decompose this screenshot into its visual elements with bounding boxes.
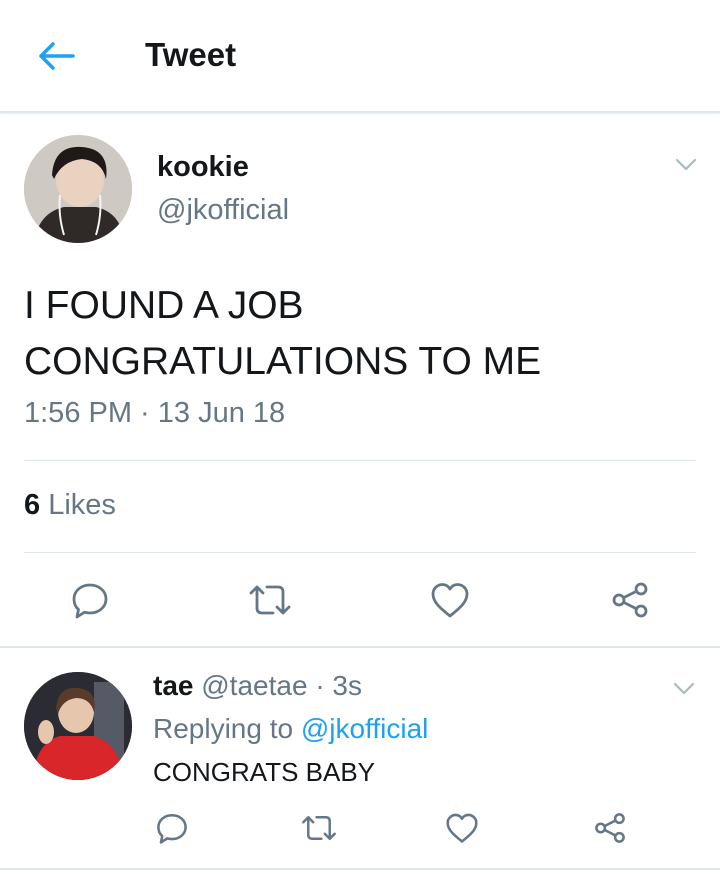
replying-handle-link[interactable]: @jkofficial [301,713,429,744]
section-separator [0,646,720,648]
top-bar: Tweet [0,0,720,113]
replying-prefix: Replying to [153,713,294,744]
tweet-menu-button[interactable] [674,157,698,173]
reply-button[interactable] [68,578,112,622]
divider [24,552,696,553]
tweet-timestamp[interactable]: 1:56 PM · 13 Jun 18 [24,397,285,430]
replying-to: Replying to @jkofficial [153,713,428,745]
reply-share-button[interactable] [590,808,630,848]
likes-count[interactable]: 6 Likes [24,489,116,522]
reply-text: CONGRATS BABY [153,757,376,787]
heart-icon [431,583,469,618]
divider [24,460,696,461]
back-button[interactable] [36,38,76,74]
reply-header: tae @taetae · 3s [153,670,362,702]
reply-like-button[interactable] [442,808,482,848]
chevron-down-icon [673,682,695,695]
likes-label: Likes [48,489,116,521]
share-icon [612,582,648,618]
retweet-icon [302,816,336,840]
arrow-left-icon [39,42,75,70]
reply-retweet-button[interactable] [297,808,341,848]
reply-reply-button[interactable] [152,808,192,848]
reply-author-name[interactable]: tae [153,670,193,701]
reply-icon [72,583,108,619]
tweet-text: I FOUND A JOB CONGRATULATIONS TO ME [24,278,704,390]
heart-icon [446,813,478,843]
author-handle[interactable]: @jkofficial [157,194,289,227]
reply-author-avatar[interactable] [24,672,132,780]
chevron-down-icon [675,158,697,171]
page-title: Tweet [145,36,237,73]
tweet-text-line: CONGRATULATIONS TO ME [24,340,542,383]
like-button[interactable] [428,578,472,622]
section-separator [0,868,720,870]
reply-author-handle[interactable]: @taetae [201,670,307,701]
reply-time: · 3s [315,670,362,701]
share-icon [595,813,625,843]
share-button[interactable] [608,578,652,622]
reply-icon [157,813,187,844]
retweet-icon [249,585,291,615]
author-name[interactable]: kookie [157,151,249,184]
retweet-button[interactable] [246,578,294,622]
reply-menu-button[interactable] [672,681,696,697]
tweet-text-line: I FOUND A JOB [24,284,304,327]
author-avatar[interactable] [24,135,132,243]
likes-number: 6 [24,489,41,521]
